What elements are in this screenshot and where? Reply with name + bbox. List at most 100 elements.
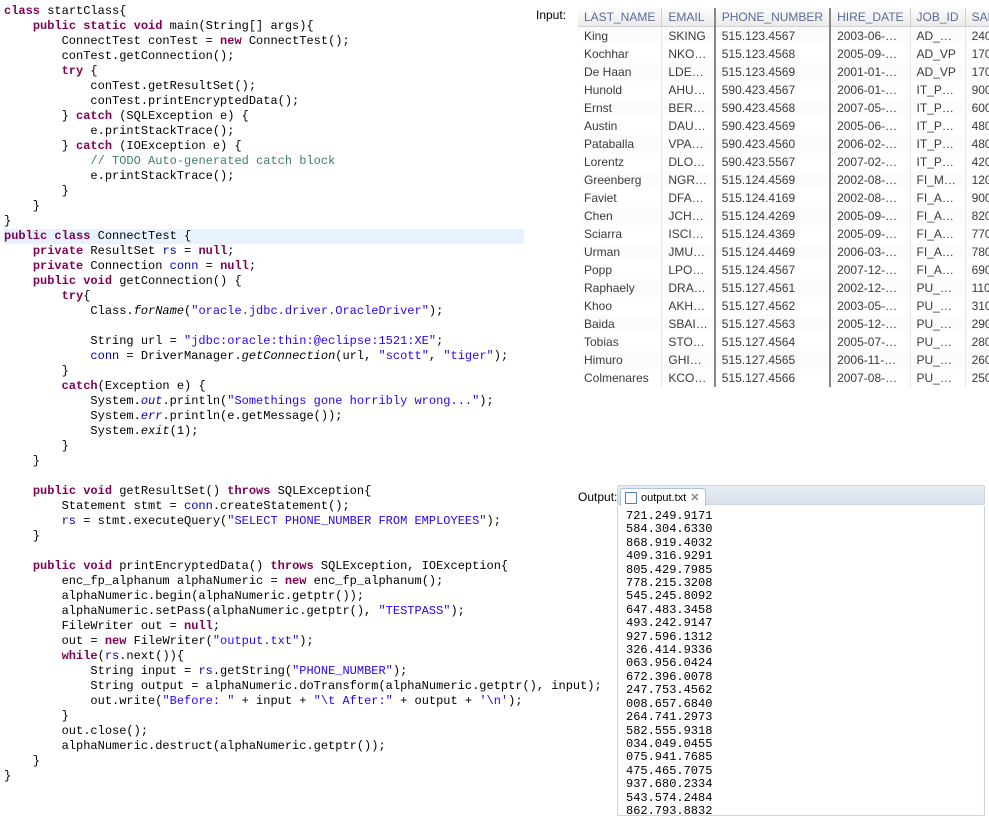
column-header[interactable]: EMAIL (662, 8, 715, 27)
table-cell: 515.124.4169 (715, 189, 830, 207)
table-cell: KCO… (662, 369, 715, 387)
table-row[interactable]: UrmanJMU…515.124.44692006-03-…FI_A…7800 (578, 243, 989, 261)
table-cell: DLO… (662, 153, 715, 171)
table-cell: 2005-09-… (830, 225, 910, 243)
table-cell: AD_… (910, 27, 965, 46)
table-cell: 2006-11-… (830, 351, 910, 369)
close-icon[interactable]: ✕ (690, 491, 699, 504)
table-cell: PU_… (910, 315, 965, 333)
table-row[interactable]: PataballaVPA…590.423.45602006-02-…IT_P…4… (578, 135, 989, 153)
table-cell: 2007-08-… (830, 369, 910, 387)
table-cell: GHI… (662, 351, 715, 369)
table-cell: IT_P… (910, 153, 965, 171)
table-cell: 2500 (965, 369, 989, 387)
table-cell: 2600 (965, 351, 989, 369)
column-header[interactable]: HIRE_DATE (830, 8, 910, 27)
table-cell: IT_P… (910, 117, 965, 135)
table-cell: DAU… (662, 117, 715, 135)
table-cell: Sciarra (578, 225, 662, 243)
table-cell: Pataballa (578, 135, 662, 153)
table-row[interactable]: PoppLPO…515.124.45672007-12-…FI_A…6900 (578, 261, 989, 279)
table-cell: Baida (578, 315, 662, 333)
table-cell: Tobias (578, 333, 662, 351)
table-cell: 515.123.4568 (715, 45, 830, 63)
table-cell: 2002-08-… (830, 189, 910, 207)
column-header[interactable]: LAST_NAME (578, 8, 662, 27)
table-cell: 3100 (965, 297, 989, 315)
table-cell: Kochhar (578, 45, 662, 63)
table-row[interactable]: ErnstBER…590.423.45682007-05-…IT_P…6000 (578, 99, 989, 117)
table-cell: JCH… (662, 207, 715, 225)
input-table[interactable]: LAST_NAMEEMAILPHONE_NUMBERHIRE_DATEJOB_I… (578, 8, 989, 387)
table-cell: 2001-01-… (830, 63, 910, 81)
table-cell: SBAI… (662, 315, 715, 333)
output-text[interactable]: 721.249.9171 584.304.6330 868.919.4032 4… (617, 506, 985, 816)
table-row[interactable]: FavietDFA…515.124.41692002-08-…FI_A…9000 (578, 189, 989, 207)
table-row[interactable]: TobiasSTO…515.127.45642005-07-…PU_…2800 (578, 333, 989, 351)
table-cell: IT_P… (910, 99, 965, 117)
table-cell: DFA… (662, 189, 715, 207)
table-cell: 24000 (965, 27, 989, 46)
column-header[interactable]: JOB_ID (910, 8, 965, 27)
table-cell: 4200 (965, 153, 989, 171)
table-cell: IT_P… (910, 135, 965, 153)
table-cell: LDE… (662, 63, 715, 81)
table-cell: PU_… (910, 351, 965, 369)
output-tab[interactable]: output.txt ✕ (620, 488, 706, 506)
table-cell: JMU… (662, 243, 715, 261)
table-cell: Hunold (578, 81, 662, 99)
table-cell: Himuro (578, 351, 662, 369)
table-cell: 515.127.4563 (715, 315, 830, 333)
table-cell: 2002-12-… (830, 279, 910, 297)
table-cell: IT_P… (910, 81, 965, 99)
table-cell: FI_A… (910, 207, 965, 225)
table-row[interactable]: KochharNKO…515.123.45682005-09-…AD_VP170… (578, 45, 989, 63)
table-row[interactable]: KhooAKH…515.127.45622003-05-…PU_…3100 (578, 297, 989, 315)
table-cell: Austin (578, 117, 662, 135)
table-cell: 12008 (965, 171, 989, 189)
table-row[interactable]: De HaanLDE…515.123.45692001-01-…AD_VP170… (578, 63, 989, 81)
table-cell: 515.124.4567 (715, 261, 830, 279)
table-row[interactable]: HunoldAHU…590.423.45672006-01-…IT_P…9000 (578, 81, 989, 99)
file-icon (625, 492, 637, 504)
table-cell: PU_… (910, 333, 965, 351)
table-cell: Ernst (578, 99, 662, 117)
table-cell: 590.423.5567 (715, 153, 830, 171)
table-cell: 9000 (965, 189, 989, 207)
table-cell: FI_A… (910, 225, 965, 243)
table-cell: 6900 (965, 261, 989, 279)
table-cell: Chen (578, 207, 662, 225)
table-row[interactable]: KingSKING515.123.45672003-06-…AD_…24000 (578, 27, 989, 46)
code-editor[interactable]: class startClass{ public static void mai… (4, 4, 528, 814)
table-row[interactable]: SciarraISCI…515.124.43692005-09-…FI_A…77… (578, 225, 989, 243)
table-cell: NKO… (662, 45, 715, 63)
table-cell: 2005-12-… (830, 315, 910, 333)
column-header[interactable]: SALARY (965, 8, 989, 27)
table-cell: 515.124.4369 (715, 225, 830, 243)
table-cell: 590.423.4569 (715, 117, 830, 135)
table-row[interactable]: ColmenaresKCO…515.127.45662007-08-…PU_…2… (578, 369, 989, 387)
table-cell: Lorentz (578, 153, 662, 171)
table-cell: 515.127.4565 (715, 351, 830, 369)
table-cell: Colmenares (578, 369, 662, 387)
table-cell: 515.124.4569 (715, 171, 830, 189)
table-cell: 4800 (965, 117, 989, 135)
table-cell: STO… (662, 333, 715, 351)
table-row[interactable]: AustinDAU…590.423.45692005-06-…IT_P…4800 (578, 117, 989, 135)
table-cell: 590.423.4568 (715, 99, 830, 117)
table-row[interactable]: HimuroGHI…515.127.45652006-11-…PU_…2600 (578, 351, 989, 369)
table-cell: FI_A… (910, 189, 965, 207)
table-cell: 6000 (965, 99, 989, 117)
table-cell: 2003-05-… (830, 297, 910, 315)
table-cell: 2006-03-… (830, 243, 910, 261)
table-row[interactable]: GreenbergNGR…515.124.45692002-08-…FI_M…1… (578, 171, 989, 189)
column-header[interactable]: PHONE_NUMBER (715, 8, 830, 27)
table-cell: De Haan (578, 63, 662, 81)
table-row[interactable]: ChenJCH…515.124.42692005-09-…FI_A…8200 (578, 207, 989, 225)
table-row[interactable]: BaidaSBAI…515.127.45632005-12-…PU_…2900 (578, 315, 989, 333)
table-cell: 4800 (965, 135, 989, 153)
table-cell: 2007-02-… (830, 153, 910, 171)
table-row[interactable]: LorentzDLO…590.423.55672007-02-…IT_P…420… (578, 153, 989, 171)
table-row[interactable]: RaphaelyDRA…515.127.45612002-12-…PU_…110… (578, 279, 989, 297)
table-cell: Popp (578, 261, 662, 279)
